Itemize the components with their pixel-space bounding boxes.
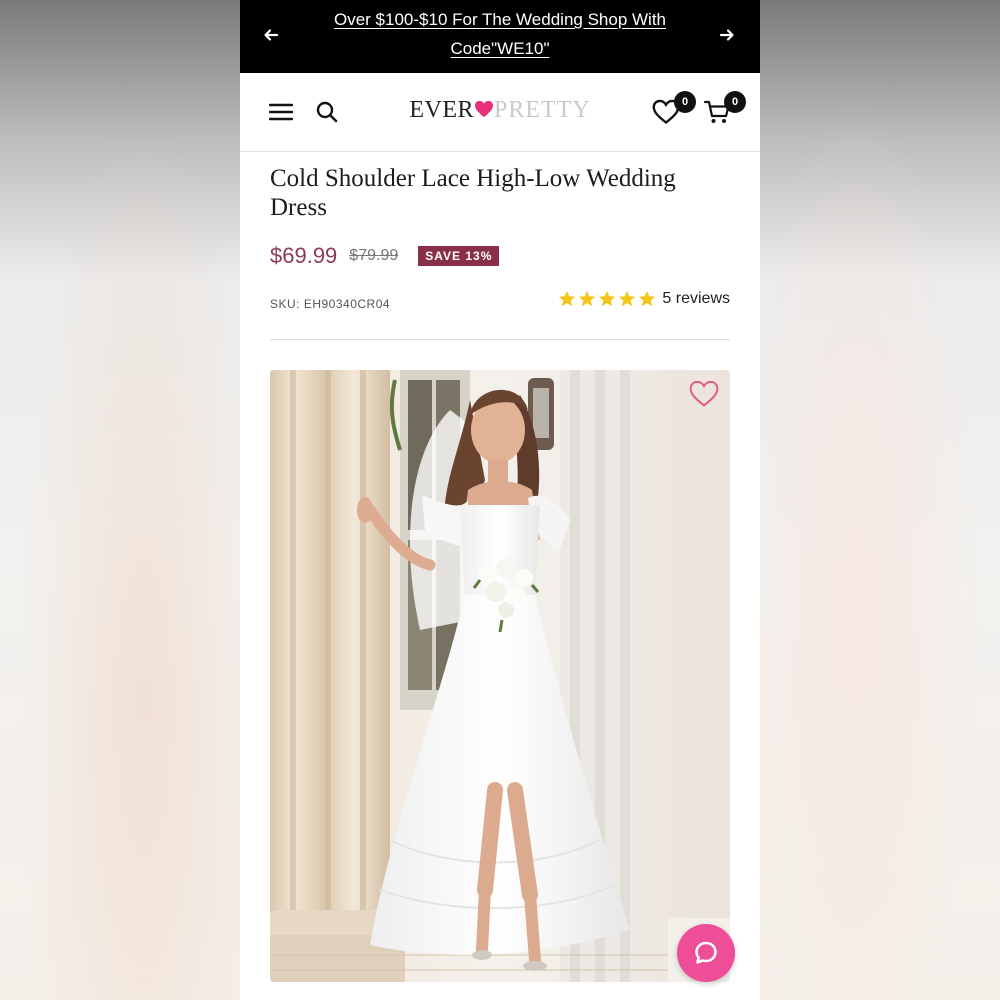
logo-heart-icon (474, 97, 494, 124)
mobile-page: Over $100-$10 For The Wedding Shop With … (240, 0, 760, 1000)
original-price: $79.99 (349, 247, 399, 264)
heart-outline-icon[interactable] (688, 380, 720, 413)
chat-bubble-icon (695, 941, 717, 964)
product-sku: SKU: EH90340CR04 (270, 297, 391, 311)
star-icon (559, 290, 576, 307)
rating-summary[interactable]: 5 reviews (558, 290, 730, 308)
arrow-right-icon[interactable] (712, 20, 742, 50)
reviews-link[interactable]: 5 reviews (662, 290, 730, 308)
divider (270, 339, 730, 340)
announcement-link[interactable]: Over $100-$10 For The Wedding Shop With … (310, 5, 690, 63)
price-row: $69.99 $79.99 SAVE 13% (270, 243, 500, 269)
announcement-bar: Over $100-$10 For The Wedding Shop With … (240, 0, 760, 73)
star-rating (558, 290, 656, 308)
save-badge: SAVE 13% (418, 246, 500, 266)
arrow-left-icon[interactable] (256, 20, 286, 50)
background-left (0, 0, 240, 1000)
wedding-dress-photo (270, 370, 730, 982)
product-title: Cold Shoulder Lace High-Low Wedding Dres… (270, 165, 676, 221)
wishlist-count-badge: 0 (674, 91, 696, 113)
cart-count-badge: 0 (724, 91, 746, 113)
sale-price: $69.99 (270, 243, 338, 268)
star-icon (599, 290, 616, 307)
star-icon (639, 290, 656, 307)
site-header: EVER PRETTY 0 0 (240, 73, 760, 152)
background-right (760, 0, 1000, 1000)
product-image[interactable] (270, 370, 730, 982)
star-icon (619, 290, 636, 307)
star-icon (579, 290, 596, 307)
chat-button[interactable] (677, 924, 735, 982)
